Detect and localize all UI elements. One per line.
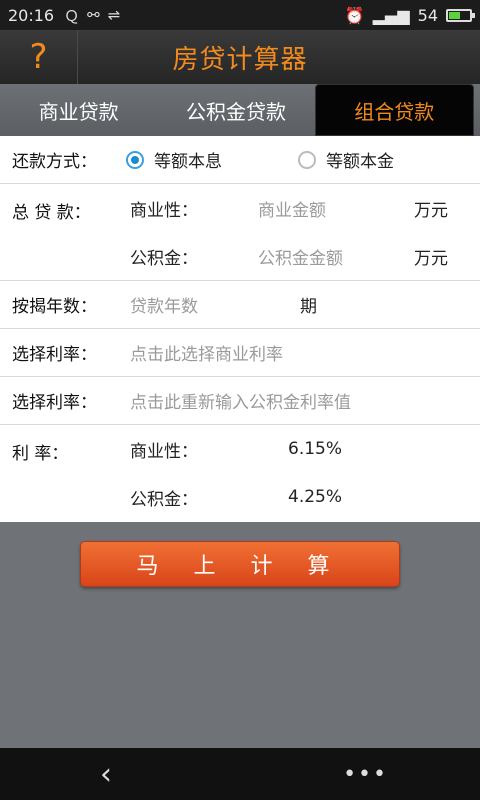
total-loan-row: 总 贷 款： 商业性： 商业金额 万元 公积金： 公积金金额 万元: [0, 184, 480, 281]
radio-selected-icon: [126, 150, 144, 169]
q-icon: Ｑ: [64, 6, 80, 25]
share-icon: ⚯: [87, 6, 100, 24]
commercial-amount-label: 商业性：: [130, 200, 198, 221]
fund-rate-value: 4.25%: [288, 487, 343, 507]
alarm-icon: ⏰: [344, 5, 365, 25]
fund-amount-label: 公积金：: [130, 248, 198, 269]
clock: 20:16: [8, 5, 55, 25]
fund-rate-label: 公积金：: [130, 489, 198, 510]
radio-equal-principal[interactable]: 等额本金: [298, 147, 394, 172]
fund-rate-select-row[interactable]: 选择利率： 点击此重新输入公积金利率值: [0, 377, 480, 425]
years-input[interactable]: 贷款年数: [118, 292, 300, 317]
loan-type-tabs: 商业贷款 公积金贷款 组合贷款: [0, 84, 480, 136]
fund-rate-input[interactable]: 点击此重新输入公积金利率值: [118, 388, 351, 413]
commercial-rate-label: 商业性：: [130, 441, 198, 462]
radio-equal-principal-label: 等额本金: [326, 152, 394, 172]
status-bar: 20:16 Ｑ ⚯ ⇌ ⏰ ▂▄▆ 54: [0, 0, 480, 30]
tab-commercial-loan[interactable]: 商业贷款: [0, 84, 157, 136]
back-icon[interactable]: ‹: [100, 757, 112, 792]
more-icon[interactable]: •••: [343, 762, 388, 787]
radio-equal-installment-label: 等额本息: [154, 152, 222, 172]
fund-amount-unit: 万元: [414, 248, 448, 269]
calculate-button[interactable]: 马 上 计 算: [80, 541, 400, 587]
repayment-label: 还款方式：: [12, 152, 97, 172]
tab-combined-loan[interactable]: 组合贷款: [314, 84, 474, 136]
commercial-rate-select[interactable]: 点击此选择商业利率: [118, 340, 283, 365]
commercial-rate-select-label: 选择利率：: [12, 345, 97, 365]
battery-icon: [446, 8, 475, 22]
commercial-amount-input[interactable]: 商业金额: [258, 196, 326, 221]
commercial-amount-unit: 万元: [414, 200, 448, 221]
bottom-nav: ‹ •••: [0, 748, 480, 800]
fund-rate-select-label: 选择利率：: [12, 393, 97, 413]
rates-row: 利 率： 商业性： 6.15% 公积金： 4.25%: [0, 425, 480, 522]
battery-level: 54: [417, 5, 438, 25]
radio-equal-installment[interactable]: 等额本息: [126, 147, 222, 172]
commercial-rate-value: 6.15%: [288, 439, 343, 459]
radio-unselected-icon: [298, 150, 316, 169]
years-label: 按揭年数：: [12, 297, 97, 317]
help-button[interactable]: ?: [0, 30, 78, 84]
signal-icon: ▂▄▆: [372, 5, 410, 25]
years-unit: 期: [300, 297, 317, 317]
loan-form: 还款方式： 等额本息 等额本金 总 贷 款： 商业性： 商业金额 万元 公积金：…: [0, 136, 480, 522]
total-loan-label: 总 贷 款：: [12, 203, 91, 223]
tab-fund-loan[interactable]: 公积金贷款: [157, 84, 314, 136]
repayment-row: 还款方式： 等额本息 等额本金: [0, 136, 480, 184]
title-bar: ? 房贷计算器: [0, 30, 480, 84]
usb-icon: ⇌: [107, 6, 121, 24]
fund-amount-input[interactable]: 公积金金额: [258, 244, 343, 269]
rates-label: 利 率：: [12, 444, 69, 464]
years-row: 按揭年数： 贷款年数 期: [0, 281, 480, 329]
commercial-rate-select-row[interactable]: 选择利率： 点击此选择商业利率: [0, 329, 480, 377]
